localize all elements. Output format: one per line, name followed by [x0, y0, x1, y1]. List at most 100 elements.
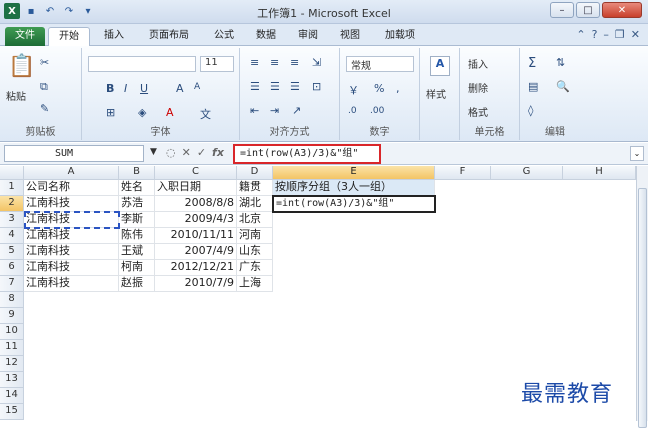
borders-icon[interactable]: ⊞ [106, 106, 115, 119]
decrease-decimal-icon[interactable]: .00 [370, 106, 384, 116]
active-cell-e2[interactable]: =int(row(A3)/3)&"组" [272, 195, 436, 213]
cell-b5[interactable]: 王斌 [119, 244, 155, 260]
column-header-d[interactable]: D [237, 166, 273, 180]
scrollbar-thumb[interactable] [638, 188, 647, 428]
doc-close-icon[interactable]: ✕ [631, 28, 640, 41]
autosum-icon[interactable]: Σ [528, 56, 536, 71]
row-header[interactable]: 13 [0, 372, 24, 388]
column-header-b[interactable]: B [119, 166, 155, 180]
phonetic-icon[interactable]: 文 [200, 106, 211, 122]
cell-a2[interactable]: 江南科技 [24, 196, 119, 212]
cell-a4[interactable]: 江南科技 [24, 228, 119, 244]
clear-icon[interactable]: ◊ [528, 104, 533, 117]
cell-e1[interactable]: 按顺序分组（3人一组） [273, 180, 435, 196]
help-icon[interactable]: ? [592, 28, 598, 41]
cell-c4[interactable]: 2010/11/11 [155, 228, 237, 244]
cell-a7[interactable]: 江南科技 [24, 276, 119, 292]
name-box-dropdown-icon[interactable]: ▼ [150, 147, 157, 157]
column-header-e[interactable]: E [273, 166, 435, 180]
currency-icon[interactable]: ￥ [348, 82, 359, 98]
enter-icon[interactable]: ✓ [197, 146, 206, 159]
column-header-c[interactable]: C [155, 166, 237, 180]
doc-restore-icon[interactable]: ❐ [615, 28, 625, 41]
column-header-a[interactable]: A [24, 166, 119, 180]
fill-icon[interactable]: ▤ [528, 80, 538, 93]
row-header[interactable]: 11 [0, 340, 24, 356]
cell-d6[interactable]: 广东 [237, 260, 273, 276]
cell-d7[interactable]: 上海 [237, 276, 273, 292]
increase-font-icon[interactable]: A [176, 82, 184, 95]
insert-cells-button[interactable]: 插入 [468, 56, 488, 71]
cell-a5[interactable]: 江南科技 [24, 244, 119, 260]
column-header-g[interactable]: G [491, 166, 563, 180]
tab-review[interactable]: 审阅 [290, 27, 326, 46]
align-middle-icon[interactable]: ≡ [270, 56, 279, 69]
align-bottom-icon[interactable]: ≡ [290, 56, 299, 69]
wrap-text-icon[interactable]: ⇲ [312, 56, 321, 69]
close-button[interactable]: ✕ [602, 2, 642, 18]
cell-d4[interactable]: 河南 [237, 228, 273, 244]
row-header[interactable]: 2 [0, 196, 24, 212]
decrease-font-icon[interactable]: A [194, 82, 200, 92]
row-header[interactable]: 14 [0, 388, 24, 404]
cell-d5[interactable]: 山东 [237, 244, 273, 260]
find-icon[interactable]: 🔍 [556, 80, 570, 93]
row-header[interactable]: 8 [0, 292, 24, 308]
cell-b1[interactable]: 姓名 [119, 180, 155, 196]
align-left-icon[interactable]: ☰ [250, 80, 260, 93]
increase-decimal-icon[interactable]: .0 [348, 106, 357, 116]
doc-minimize-icon[interactable]: – [603, 28, 609, 41]
row-header[interactable]: 6 [0, 260, 24, 276]
formula-dropdown-icon[interactable]: ◌ [166, 146, 176, 159]
formula-input[interactable]: =int(row(A3)/3)&"组" [233, 144, 381, 164]
row-header[interactable]: 5 [0, 244, 24, 260]
row-header[interactable]: 10 [0, 324, 24, 340]
vertical-scrollbar[interactable] [636, 166, 648, 428]
align-top-icon[interactable]: ≡ [250, 56, 259, 69]
column-header-f[interactable]: F [435, 166, 491, 180]
tab-data[interactable]: 数据 [248, 27, 284, 46]
row-header[interactable]: 9 [0, 308, 24, 324]
cell-c1[interactable]: 入职日期 [155, 180, 237, 196]
font-size-dropdown[interactable]: 11 [200, 56, 234, 72]
comma-icon[interactable]: , [396, 82, 400, 95]
cell-b2[interactable]: 苏浩 [119, 196, 155, 212]
name-box[interactable]: SUM [4, 145, 144, 162]
paste-label[interactable]: 粘贴 [6, 88, 26, 103]
cell-b4[interactable]: 陈伟 [119, 228, 155, 244]
merge-center-icon[interactable]: ⊡ [312, 80, 321, 93]
tab-page-layout[interactable]: 页面布局 [138, 27, 200, 46]
row-header[interactable]: 3 [0, 212, 24, 228]
styles-label[interactable]: 样式 [426, 86, 446, 101]
underline-icon[interactable]: U [140, 82, 148, 95]
italic-icon[interactable]: I [124, 82, 127, 95]
tab-file[interactable]: 文件 [5, 27, 45, 46]
minimize-button[interactable]: – [550, 2, 574, 18]
fill-color-icon[interactable]: ◈ [138, 106, 146, 119]
cell-c3[interactable]: 2009/4/3 [155, 212, 237, 228]
row-header[interactable]: 15 [0, 404, 24, 420]
editing-formula-text[interactable]: =int(row(A3)/3)&"组" [274, 197, 434, 211]
percent-icon[interactable]: % [374, 82, 384, 95]
cut-icon[interactable]: ✂ [40, 56, 49, 69]
cell-a6[interactable]: 江南科技 [24, 260, 119, 276]
styles-icon[interactable]: A [430, 56, 450, 76]
cell-d1[interactable]: 籍贯 [237, 180, 273, 196]
row-header[interactable]: 1 [0, 180, 24, 196]
delete-cells-button[interactable]: 删除 [468, 80, 488, 95]
cell-c2[interactable]: 2008/8/8 [155, 196, 237, 212]
tab-addins[interactable]: 加载项 [376, 27, 424, 46]
column-header-h[interactable]: H [563, 166, 636, 180]
maximize-button[interactable]: □ [576, 2, 600, 18]
sort-filter-icon[interactable]: ⇅ [556, 56, 565, 69]
format-painter-icon[interactable]: ✎ [40, 102, 49, 115]
bold-icon[interactable]: B [106, 82, 114, 95]
number-format-dropdown[interactable]: 常规 [346, 56, 414, 72]
align-center-icon[interactable]: ☰ [270, 80, 280, 93]
row-header[interactable]: 12 [0, 356, 24, 372]
orientation-icon[interactable]: ↗ [292, 104, 301, 117]
copy-icon[interactable]: ⧉ [40, 80, 48, 94]
cell-d3[interactable]: 北京 [237, 212, 273, 228]
align-right-icon[interactable]: ☰ [290, 80, 300, 93]
select-all-corner[interactable] [0, 166, 24, 180]
